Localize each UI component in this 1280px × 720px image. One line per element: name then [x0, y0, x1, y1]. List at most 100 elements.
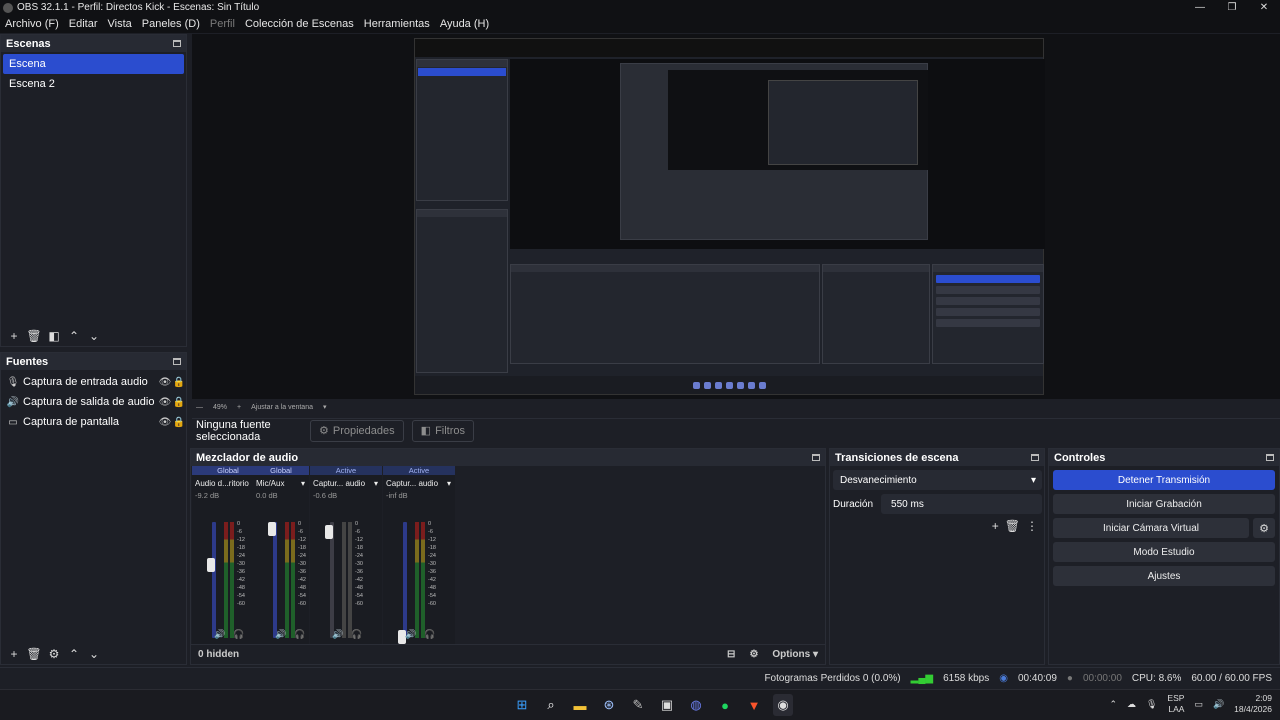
headphones-icon[interactable]: 🎧 — [351, 629, 362, 640]
duration-input[interactable]: 550 ms — [881, 494, 1042, 514]
volume-slider-track[interactable] — [330, 522, 334, 638]
headphones-icon[interactable]: 🎧 — [233, 629, 244, 640]
volume-slider-handle[interactable] — [207, 557, 215, 572]
filters-button[interactable]: ◧ Filtros — [411, 419, 475, 442]
headphones-icon[interactable]: 🎧 — [294, 629, 305, 640]
headphones-icon[interactable]: 🎧 — [424, 629, 435, 640]
float-dock-icon[interactable] — [1031, 454, 1039, 461]
brave-icon[interactable]: ▼ — [744, 694, 764, 716]
source-item[interactable]: ▭ Captura de pantalla 👁 🔒 — [1, 412, 186, 432]
scene-item[interactable]: Escena — [3, 54, 184, 74]
scale-tick: 0 — [298, 521, 302, 527]
move-up-icon[interactable]: ⌃ — [65, 646, 83, 662]
scale-tick: 0 — [237, 521, 241, 527]
trash-icon[interactable]: 🗑 — [1005, 519, 1020, 533]
chevron-down-icon[interactable]: ▾ — [323, 403, 327, 411]
studio-mode-button[interactable]: Modo Estudio — [1053, 542, 1275, 562]
zoom-out-button[interactable]: — — [196, 404, 203, 411]
trash-icon[interactable]: 🗑 — [25, 646, 43, 662]
volume-slider-handle[interactable] — [325, 525, 333, 540]
layout-icon[interactable]: ⊟ — [727, 649, 735, 660]
scene-item[interactable]: Escena 2 — [3, 74, 184, 94]
menu-paneles[interactable]: Paneles (D) — [137, 18, 205, 30]
gear-icon[interactable]: ⚙ — [45, 646, 63, 662]
chevron-up-icon[interactable]: ⌃ — [1109, 699, 1117, 710]
network-icon[interactable]: ▭ — [1194, 699, 1203, 710]
maximize-button[interactable]: ❐ — [1216, 0, 1248, 15]
volume-slider-track[interactable] — [273, 522, 277, 638]
volume-slider-track[interactable] — [212, 522, 216, 638]
spotify-icon[interactable]: ● — [715, 694, 735, 716]
stream-icon: ◉ — [999, 673, 1008, 684]
speaker-icon[interactable]: 🔊 — [275, 629, 286, 640]
volume-icon[interactable]: 🔊 — [1213, 699, 1224, 710]
float-dock-icon[interactable] — [1266, 454, 1274, 461]
settings-button[interactable]: Ajustes — [1053, 566, 1275, 586]
folder-icon[interactable]: ▬ — [570, 694, 590, 716]
float-dock-icon[interactable] — [173, 40, 181, 47]
virtual-camera-settings-icon[interactable]: ⚙ — [1253, 518, 1275, 538]
move-down-icon[interactable]: ⌄ — [85, 646, 103, 662]
menu-editar[interactable]: Editar — [64, 18, 103, 30]
feather-icon[interactable]: ✎ — [628, 694, 648, 716]
source-item[interactable]: 🎙 Captura de entrada audio 👁 🔒 — [1, 372, 186, 392]
microphone-icon[interactable]: 🎙 — [1146, 699, 1157, 710]
source-item[interactable]: 🔊 Captura de salida de audio 👁 🔒 — [1, 392, 186, 412]
lock-icon[interactable]: 🔒 — [172, 377, 186, 388]
zoom-in-button[interactable]: + — [237, 404, 241, 411]
more-icon[interactable]: ⋮ — [1026, 519, 1038, 533]
options-button[interactable]: Options ▾ — [772, 649, 818, 660]
menu-herramientas[interactable]: Herramientas — [359, 18, 435, 30]
advanced-audio-icon[interactable]: ⚙ — [749, 649, 758, 660]
eye-icon[interactable]: 👁 — [158, 417, 172, 428]
duration-row: Duración 550 ms — [833, 494, 1042, 514]
volume-slider-handle[interactable] — [268, 522, 276, 536]
start-recording-button[interactable]: Iniciar Grabación — [1053, 494, 1275, 514]
sources-toolbar: + 🗑 ⚙ ⌃ ⌄ — [1, 644, 186, 664]
chevron-down-icon[interactable]: ▾ — [374, 479, 378, 488]
channel-name-row[interactable]: Captur... audio ▾ — [383, 475, 455, 488]
search-icon[interactable]: ⌕ — [541, 694, 561, 716]
discord-icon[interactable]: ◍ — [686, 694, 706, 716]
speaker-icon[interactable]: 🔊 — [405, 629, 416, 640]
transition-select[interactable]: Desvanecimiento ▾ — [833, 470, 1042, 490]
network-app-icon[interactable]: ☁ — [1127, 699, 1136, 710]
epic-games-icon[interactable]: ▣ — [657, 694, 677, 716]
start-virtual-camera-button[interactable]: Iniciar Cámara Virtual — [1053, 518, 1249, 538]
speaker-icon[interactable]: 🔊 — [214, 629, 225, 640]
add-source-icon[interactable]: + — [5, 646, 23, 662]
lock-icon[interactable]: 🔒 — [172, 417, 186, 428]
menu-ayuda[interactable]: Ayuda (H) — [435, 18, 494, 30]
menu-vista[interactable]: Vista — [103, 18, 137, 30]
speaker-icon[interactable]: 🔊 — [332, 629, 343, 640]
volume-slider-track[interactable] — [403, 522, 407, 638]
move-down-icon[interactable]: ⌄ — [85, 328, 103, 344]
move-up-icon[interactable]: ⌃ — [65, 328, 83, 344]
lock-icon[interactable]: 🔒 — [172, 397, 186, 408]
close-button[interactable]: ✕ — [1248, 0, 1280, 15]
preview-canvas[interactable] — [192, 34, 1280, 399]
input-language[interactable]: ESP LAA — [1167, 693, 1184, 715]
add-icon[interactable]: + — [992, 519, 999, 533]
stop-stream-button[interactable]: Detener Transmisión — [1053, 470, 1275, 490]
obs-taskbar-icon[interactable]: ◉ — [773, 694, 793, 716]
menu-coleccion-escenas[interactable]: Colección de Escenas — [240, 18, 359, 30]
properties-button[interactable]: ⚙ Propiedades — [310, 419, 404, 442]
menu-archivo[interactable]: Archivo (F) — [0, 18, 64, 30]
eye-icon[interactable]: 👁 — [158, 377, 172, 388]
fit-window-dropdown[interactable]: Ajustar a la ventana — [251, 404, 313, 411]
chevron-down-icon[interactable]: ▾ — [447, 479, 451, 488]
chevron-down-icon[interactable]: ▾ — [301, 479, 305, 488]
filter-icon[interactable]: ◧ — [45, 328, 63, 344]
eye-icon[interactable]: 👁 — [158, 397, 172, 408]
steam-icon[interactable]: ⊛ — [599, 694, 619, 716]
windows-start-icon[interactable]: ⊞ — [512, 694, 532, 716]
trash-icon[interactable]: 🗑 — [25, 328, 43, 344]
channel-name-row[interactable]: Captur... audio ▾ — [310, 475, 382, 488]
minimize-button[interactable]: — — [1184, 0, 1216, 15]
float-dock-icon[interactable] — [812, 454, 820, 461]
float-dock-icon[interactable] — [173, 358, 181, 365]
channel-name-row[interactable]: Mic/Aux ▾ — [253, 475, 309, 488]
clock[interactable]: 2:09 18/4/2026 — [1234, 693, 1272, 715]
add-scene-icon[interactable]: + — [5, 328, 23, 344]
